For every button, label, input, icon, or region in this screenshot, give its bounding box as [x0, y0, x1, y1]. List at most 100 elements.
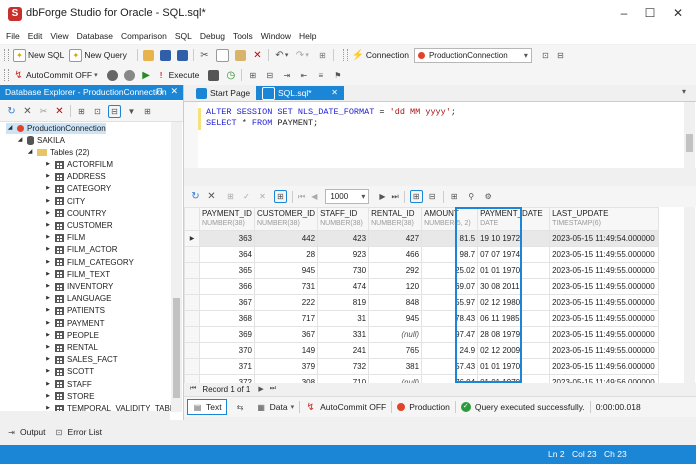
settings-icon[interactable]: ⚙ — [483, 191, 494, 202]
table-cell[interactable]: 371 — [199, 358, 255, 375]
rollback-icon[interactable] — [123, 69, 135, 81]
tab-close-icon[interactable]: ✕ — [331, 86, 338, 100]
row-indicator[interactable] — [184, 310, 200, 327]
collapse-icon[interactable]: ◢ — [6, 123, 14, 134]
expand-icon[interactable]: ▶ — [44, 354, 52, 365]
menu-debug[interactable]: Debug — [200, 31, 225, 41]
row-indicator[interactable]: ▶ — [184, 230, 200, 247]
pin-icon[interactable]: ⊓ — [156, 86, 163, 97]
row-indicator[interactable] — [184, 358, 200, 375]
misc-icon[interactable]: ⊞ — [317, 50, 328, 61]
grid-layout-icon[interactable]: ⊞ — [274, 190, 287, 203]
table-row[interactable]: 371 379 732 381 57.43 01 01 1970 2023-05-15 11… — [184, 358, 660, 375]
column-header-payment-id[interactable]: PAYMENT_ID NUMBER(38) — [199, 207, 255, 231]
save-all-icon[interactable] — [176, 49, 188, 61]
table-cell[interactable]: 923 — [317, 246, 370, 263]
tree-node-table-address[interactable]: ▶ ADDRESS — [44, 171, 106, 182]
explorer-horizontal-scrollbar[interactable] — [0, 411, 170, 420]
column-header-customer-id[interactable]: CUSTOMER_ID NUMBER(38) — [253, 207, 319, 231]
tree-node-connection[interactable]: ◢ ProductionConnection — [6, 123, 106, 134]
sql-editor[interactable]: ALTER SESSION SET NLS_DATE_FORMAT = 'dd … — [184, 102, 696, 168]
tree-node-table-sales-fact[interactable]: ▶ SALES_FACT — [44, 354, 118, 365]
swap-icon[interactable]: ⇆ — [235, 402, 246, 413]
expand-icon[interactable]: ▶ — [44, 391, 52, 402]
table-cell[interactable]: 427 — [368, 230, 423, 247]
row-indicator[interactable] — [184, 262, 200, 279]
table-cell[interactable]: 423 — [317, 230, 370, 247]
tree-node-table-scott[interactable]: ▶ SCOTT — [44, 366, 94, 377]
explorer-scroll-thumb[interactable] — [173, 298, 180, 398]
column-header-amount[interactable]: AMOUNT NUMBER(5, 2) — [421, 207, 479, 231]
table-cell[interactable]: 31 — [317, 310, 370, 327]
table-cell[interactable]: 379 — [253, 358, 319, 375]
table-row[interactable]: 366 731 474 120 69.07 30 08 2011 2023-05-15 11… — [184, 278, 660, 295]
copy-icon[interactable] — [215, 48, 229, 62]
explorer-new-icon[interactable]: ⊞ — [76, 106, 87, 117]
error-icon[interactable]: ! — [156, 70, 167, 81]
expand-icon[interactable]: ▶ — [44, 183, 52, 194]
tabs-dropdown-icon[interactable]: ▾ — [682, 87, 686, 96]
cut-icon[interactable]: ✂ — [199, 50, 210, 61]
connection-refresh-icon[interactable]: ⊟ — [555, 50, 566, 61]
expand-icon[interactable]: ▶ — [44, 379, 52, 390]
table-row[interactable]: 365 945 730 292 25.02 01 01 1970 2023-05-15 11… — [184, 262, 660, 279]
grid-refresh-icon[interactable]: ↻ — [190, 191, 201, 202]
record-last-icon[interactable]: ⏭ — [270, 385, 276, 393]
connection-settings-icon[interactable]: ⊡ — [540, 50, 551, 61]
new-query-button[interactable]: ✦ New Query — [69, 48, 127, 62]
table-cell[interactable]: 765 — [368, 342, 423, 359]
page-size-dropdown[interactable]: 1000 — [325, 189, 370, 204]
collapse-icon[interactable]: ◢ — [26, 147, 34, 158]
expand-icon[interactable]: ▶ — [44, 269, 52, 280]
outdent-icon[interactable]: ⇤ — [298, 70, 309, 81]
next-page-icon[interactable]: ▶ — [379, 192, 385, 201]
expand-icon[interactable]: ▶ — [44, 305, 52, 316]
data-view-tab[interactable]: ▦ Data ▾ — [256, 402, 294, 413]
tab-sql[interactable]: SQL.sql* ✕ — [256, 86, 344, 100]
tree-node-table-city[interactable]: ▶ CITY — [44, 196, 85, 207]
table-cell[interactable]: 28 08 1979 — [477, 326, 551, 343]
table-cell[interactable]: 69.07 — [421, 278, 479, 295]
expand-icon[interactable]: ▶ — [44, 220, 52, 231]
table-cell[interactable]: 01 01 1970 — [477, 262, 551, 279]
tab-start-page[interactable]: Start Page — [190, 86, 256, 100]
table-cell[interactable]: 474 — [317, 278, 370, 295]
tree-node-table-store[interactable]: ▶ STORE — [44, 391, 94, 402]
open-folder-icon[interactable] — [142, 49, 154, 61]
expand-icon[interactable]: ▶ — [44, 293, 52, 304]
record-first-icon[interactable]: ⏮ — [190, 385, 196, 393]
table-cell[interactable]: 2023-05-15 11:49:55.000000 — [549, 326, 660, 343]
output-tab[interactable]: ⇥ Output — [6, 427, 45, 438]
table-row[interactable]: 370 149 241 765 24.9 02 12 2009 2023-05-15 11:… — [184, 342, 660, 359]
table-cell[interactable]: 78.43 — [421, 310, 479, 327]
new-sql-button[interactable]: ✦ New SQL — [13, 48, 64, 62]
table-cell[interactable]: 819 — [317, 294, 370, 311]
maximize-icon[interactable]: ☐ — [642, 5, 658, 21]
grid-apply-icon[interactable]: ✓ — [241, 191, 252, 202]
commit-icon[interactable] — [106, 69, 118, 81]
table-cell[interactable]: 717 — [253, 310, 319, 327]
table-cell[interactable]: 945 — [368, 310, 423, 327]
explorer-delete-icon[interactable]: ✕ — [54, 106, 65, 117]
menu-window[interactable]: Window — [261, 31, 291, 41]
table-cell[interactable]: 2023-05-15 11:49:55.000000 — [549, 294, 660, 311]
table-row[interactable]: 364 28 923 466 98.7 07 07 1974 2023-05-15 11:4… — [184, 246, 660, 263]
grid-view-icon[interactable]: ⊞ — [409, 190, 423, 203]
explorer-close-icon[interactable]: ✕ — [170, 86, 178, 97]
table-cell[interactable]: 367 — [253, 326, 319, 343]
table-cell[interactable]: 2023-05-15 11:49:55.000000 — [549, 262, 660, 279]
results-grid[interactable]: PAYMENT_ID NUMBER(38) CUSTOMER_ID NUMBER(38… — [184, 207, 696, 385]
table-cell[interactable]: 367 — [199, 294, 255, 311]
table-cell[interactable]: 24.9 — [421, 342, 479, 359]
table-cell[interactable]: 2023-05-15 11:49:55.000000 — [549, 246, 660, 263]
comment-icon[interactable]: ⊞ — [247, 70, 258, 81]
explorer-props-icon[interactable]: ⊡ — [92, 106, 103, 117]
explorer-cut-icon[interactable]: ✂ — [38, 106, 49, 117]
grid-cancel-icon[interactable]: ✕ — [206, 191, 217, 202]
tree-node-schema[interactable]: ◢ SAKILA — [16, 135, 65, 146]
table-cell[interactable]: 292 — [368, 262, 423, 279]
table-cell[interactable]: 442 — [253, 230, 319, 247]
menu-database[interactable]: Database — [77, 31, 113, 41]
table-cell[interactable]: 2023-05-15 11:49:56.000000 — [549, 358, 660, 375]
expand-icon[interactable]: ▶ — [44, 196, 52, 207]
